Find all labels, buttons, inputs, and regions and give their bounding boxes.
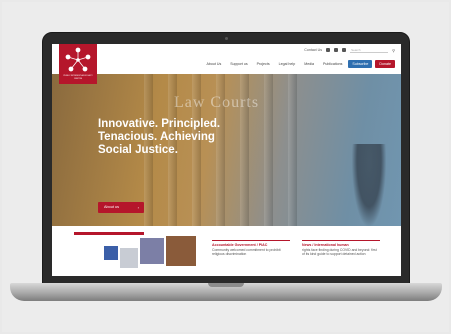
headline-line: Innovative. Principled. [98,118,221,130]
site-header: PUBLIC INTEREST ADVOCACY CENTRE Contact … [52,44,401,84]
pillar [288,74,297,226]
logo-text: PUBLIC INTEREST ADVOCACY CENTRE [63,75,93,80]
about-us-button[interactable]: About us › [98,202,144,213]
nav-item-media[interactable]: Media [301,60,317,68]
facebook-icon[interactable] [326,48,331,52]
promo-thumbnails[interactable] [104,236,196,276]
laptop-lid: PUBLIC INTEREST ADVOCACY CENTRE Contact … [42,32,410,284]
pillar [264,74,273,226]
main-nav: About Us Support us Projects Legal help … [203,60,395,68]
thumbnail [140,238,164,264]
headline-line: Tenacious. Achieving [98,131,215,143]
thumbnail [120,248,138,268]
promo-accent-bar [74,232,144,235]
nav-item-projects[interactable]: Projects [254,60,273,68]
news-card-title: News / International human [302,243,349,247]
nav-item-legal-help[interactable]: Legal help [276,60,299,68]
news-card-body: rights face finding during COVID and bey… [302,248,377,257]
news-card[interactable]: Accountable Government / PIAC Community … [212,240,290,276]
search-icon[interactable]: ⚲ [392,48,395,53]
camera-icon [225,37,228,40]
news-card-body: Community welcomed commitment to prohibi… [212,248,281,257]
about-us-label: About us [104,205,119,209]
promo-strip [74,232,196,276]
star-network-icon [65,47,91,72]
site-logo[interactable]: PUBLIC INTEREST ADVOCACY CENTRE [59,44,97,84]
laptop-notch [208,283,244,287]
laptop-screen: PUBLIC INTEREST ADVOCACY CENTRE Contact … [52,44,401,276]
utility-nav: Contact Us Search ⚲ [304,47,395,53]
donate-button[interactable]: Donate [375,60,395,68]
subscribe-button[interactable]: Subscribe [348,60,373,68]
linkedin-icon[interactable] [342,48,347,52]
contact-link[interactable]: Contact Us [304,48,322,52]
laptop-base [10,283,442,301]
chevron-right-icon: › [137,205,139,210]
twitter-icon[interactable] [334,48,339,52]
hero-banner: Law Courts Innovative. Principled. Tenac… [52,74,401,226]
nav-item-publications[interactable]: Publications [320,60,345,68]
building-sign: Law Courts [174,94,260,111]
walking-figure [352,144,386,226]
nav-item-about[interactable]: About Us [203,60,224,68]
headline-line: Social Justice. [98,144,178,156]
thumbnail [166,236,196,266]
search-input[interactable]: Search [350,47,389,53]
news-card-title: Accountable Government / PIAC [212,243,268,247]
news-card[interactable]: News / International human rights face f… [302,240,380,276]
nav-item-support[interactable]: Support us [227,60,250,68]
content-cards: Accountable Government / PIAC Community … [52,226,401,276]
thumbnail [104,246,118,260]
hero-headline: Innovative. Principled. Tenacious. Achie… [98,118,248,157]
